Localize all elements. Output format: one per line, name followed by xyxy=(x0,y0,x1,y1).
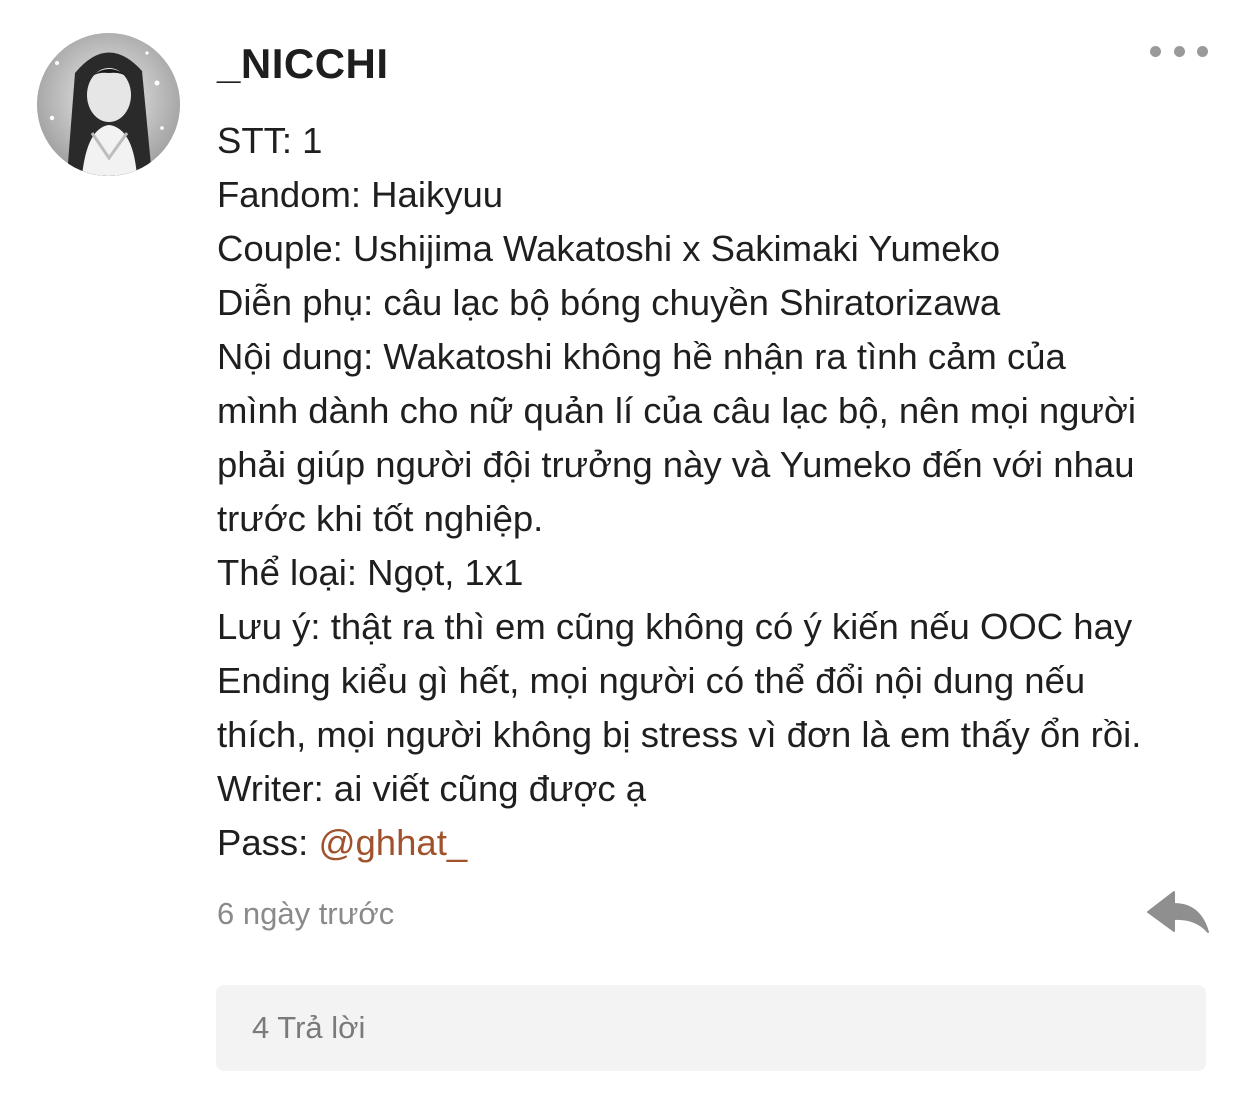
comment-line: thích, mọi người không bị stress vì đơn … xyxy=(217,714,1142,755)
comment-line: Fandom: Haikyuu xyxy=(217,174,504,215)
comment-line: Diễn phụ: câu lạc bộ bóng chuyền Shirato… xyxy=(217,282,1001,323)
comment-line: trước khi tốt nghiệp. xyxy=(217,498,544,539)
timestamp: 6 ngày trước xyxy=(217,896,395,931)
more-options-icon-dot xyxy=(1197,45,1208,57)
mention-link[interactable]: @ghhat_ xyxy=(318,822,467,863)
comment-line: Ending kiểu gì hết, mọi người có thể đổi… xyxy=(217,660,1086,701)
more-options-icon xyxy=(1150,45,1161,57)
avatar[interactable] xyxy=(37,33,180,176)
replies-count-label: 4 Trả lời xyxy=(252,1010,366,1045)
comment-line: STT: 1 xyxy=(217,120,323,161)
comment-line: Thể loại: Ngọt, 1x1 xyxy=(217,552,524,593)
pass-label: Pass: xyxy=(217,822,319,863)
more-options-button[interactable] xyxy=(1146,36,1212,66)
comment-body: STT: 1 Fandom: Haikyuu Couple: Ushijima … xyxy=(217,114,1217,870)
comment-line: Lưu ý: thật ra thì em cũng không có ý ki… xyxy=(217,606,1133,647)
reply-button[interactable] xyxy=(1144,888,1214,942)
avatar-image xyxy=(37,33,180,176)
view-replies-button[interactable]: 4 Trả lời xyxy=(216,985,1206,1071)
username[interactable]: _NICCHI xyxy=(217,38,389,90)
comment-line: Nội dung: Wakatoshi không hề nhận ra tìn… xyxy=(217,336,1066,377)
pass-line: Pass: @ghhat_ xyxy=(217,816,1217,870)
comment-line: Writer: ai viết cũng được ạ xyxy=(217,768,647,809)
comment-line: Couple: Ushijima Wakatoshi x Sakimaki Yu… xyxy=(217,228,1001,269)
reply-arrow-icon xyxy=(1147,891,1209,933)
more-options-icon-dot xyxy=(1173,45,1185,57)
comment-line: mình dành cho nữ quản lí của câu lạc bộ,… xyxy=(217,390,1136,431)
comment-line: phải giúp người đội trưởng này và Yumeko… xyxy=(217,444,1135,485)
